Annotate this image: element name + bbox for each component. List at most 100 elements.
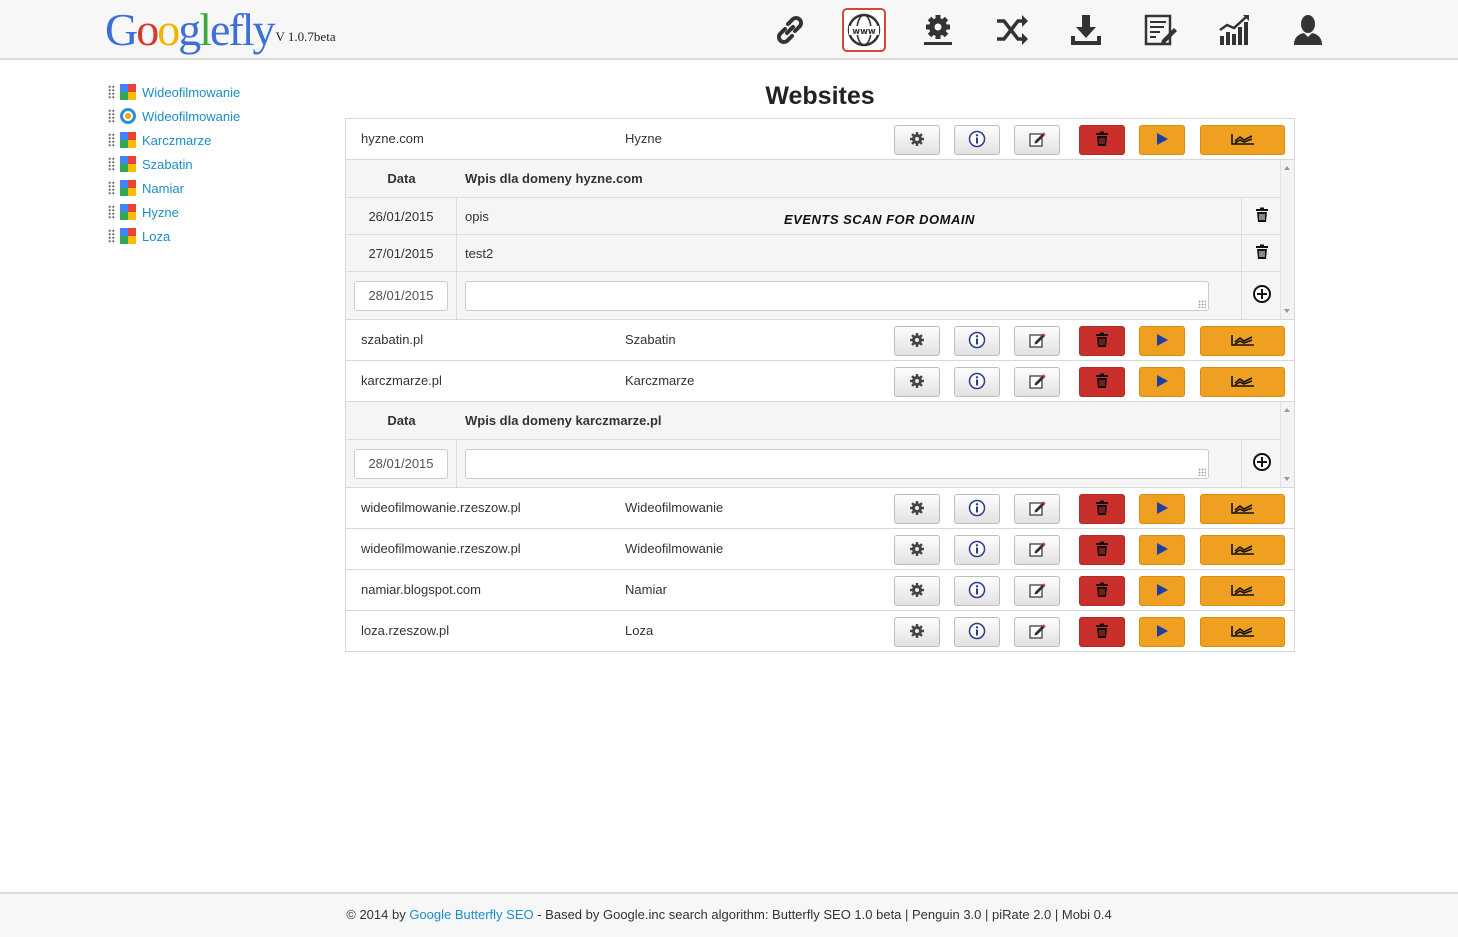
link-icon[interactable] xyxy=(768,8,812,52)
drag-handle-icon[interactable] xyxy=(108,109,115,123)
notes-icon[interactable] xyxy=(1138,8,1182,52)
add-entry-button[interactable] xyxy=(1241,440,1281,487)
edit-button[interactable] xyxy=(1014,494,1060,524)
settings-button[interactable] xyxy=(894,617,940,647)
info-button[interactable] xyxy=(954,326,1000,356)
sidebar-item-szabatin[interactable]: Szabatin xyxy=(108,152,328,176)
shuffle-icon[interactable] xyxy=(990,8,1034,52)
scan-button[interactable] xyxy=(1139,367,1185,397)
edit-button[interactable] xyxy=(1014,125,1060,155)
new-entry-date[interactable]: 28/01/2015 xyxy=(354,449,448,479)
info-button[interactable] xyxy=(954,494,1000,524)
scan-button[interactable] xyxy=(1139,326,1185,356)
stats-button[interactable] xyxy=(1200,125,1285,155)
info-button[interactable] xyxy=(954,125,1000,155)
www-icon[interactable]: www xyxy=(842,8,886,52)
delete-button[interactable] xyxy=(1079,576,1125,606)
scroll-up-icon[interactable] xyxy=(1284,166,1290,170)
site-url[interactable]: wideofilmowanie.rzeszow.pl xyxy=(361,541,521,556)
info-button[interactable] xyxy=(954,576,1000,606)
settings-button[interactable] xyxy=(894,125,940,155)
settings-button[interactable] xyxy=(894,367,940,397)
download-icon[interactable] xyxy=(1064,8,1108,52)
new-entry-text-field[interactable] xyxy=(465,449,1209,479)
site-url[interactable]: karczmarze.pl xyxy=(361,373,442,388)
footer-link[interactable]: Google Butterfly SEO xyxy=(409,907,533,922)
entries-scrollbar[interactable] xyxy=(1280,160,1294,319)
scan-button[interactable] xyxy=(1139,494,1185,524)
settings-icon[interactable] xyxy=(916,8,960,52)
scroll-up-icon[interactable] xyxy=(1284,408,1290,412)
delete-button[interactable] xyxy=(1079,617,1125,647)
sidebar-item-label[interactable]: Loza xyxy=(142,229,170,244)
sidebar-item-label[interactable]: Karczmarze xyxy=(142,133,211,148)
sidebar-item-hyzne[interactable]: Hyzne xyxy=(108,200,328,224)
sidebar-item-karczmarze[interactable]: Karczmarze xyxy=(108,128,328,152)
info-button[interactable] xyxy=(954,535,1000,565)
add-entry-button[interactable] xyxy=(1241,272,1281,319)
play-icon xyxy=(1154,582,1170,601)
edit-button[interactable] xyxy=(1014,326,1060,356)
svg-text:www: www xyxy=(852,27,876,37)
trash-icon xyxy=(1095,623,1109,642)
user-icon[interactable] xyxy=(1286,8,1330,52)
delete-button[interactable] xyxy=(1079,125,1125,155)
drag-handle-icon[interactable] xyxy=(108,181,115,195)
sidebar-item-label[interactable]: Wideofilmowanie xyxy=(142,85,240,100)
sidebar-item-namiar[interactable]: Namiar xyxy=(108,176,328,200)
scan-button[interactable] xyxy=(1139,617,1185,647)
settings-button[interactable] xyxy=(894,576,940,606)
settings-button[interactable] xyxy=(894,326,940,356)
drag-handle-icon[interactable] xyxy=(108,133,115,147)
scroll-down-icon[interactable] xyxy=(1284,477,1290,481)
sidebar-item-label[interactable]: Szabatin xyxy=(142,157,193,172)
drag-handle-icon[interactable] xyxy=(108,205,115,219)
stats-button[interactable] xyxy=(1200,576,1285,606)
sidebar-item-wideofilmowanie[interactable]: Wideofilmowanie xyxy=(108,80,328,104)
drag-handle-icon[interactable] xyxy=(108,157,115,171)
delete-button[interactable] xyxy=(1079,494,1125,524)
gear-icon xyxy=(909,541,925,560)
new-entry-text-field[interactable] xyxy=(465,281,1209,311)
sidebar-item-label[interactable]: Hyzne xyxy=(142,205,179,220)
delete-entry-button[interactable] xyxy=(1241,235,1281,271)
sidebar-item-loza[interactable]: Loza xyxy=(108,224,328,248)
stats-button[interactable] xyxy=(1200,617,1285,647)
drag-handle-icon[interactable] xyxy=(108,229,115,243)
info-icon xyxy=(968,499,986,520)
sidebar-item-label[interactable]: Namiar xyxy=(142,181,184,196)
edit-button[interactable] xyxy=(1014,617,1060,647)
info-button[interactable] xyxy=(954,367,1000,397)
stats-button[interactable] xyxy=(1200,535,1285,565)
site-url[interactable]: namiar.blogspot.com xyxy=(361,582,481,597)
info-button[interactable] xyxy=(954,617,1000,647)
delete-entry-button[interactable] xyxy=(1241,198,1281,234)
sidebar-item-wideofilmowanie-bing[interactable]: Wideofilmowanie xyxy=(108,104,328,128)
stats-icon[interactable] xyxy=(1212,8,1256,52)
edit-button[interactable] xyxy=(1014,535,1060,565)
settings-button[interactable] xyxy=(894,494,940,524)
site-url[interactable]: szabatin.pl xyxy=(361,332,423,347)
scan-button[interactable] xyxy=(1139,576,1185,606)
delete-button[interactable] xyxy=(1079,535,1125,565)
site-url[interactable]: wideofilmowanie.rzeszow.pl xyxy=(361,500,521,515)
delete-button[interactable] xyxy=(1079,367,1125,397)
site-url[interactable]: loza.rzeszow.pl xyxy=(361,623,449,638)
logo[interactable]: Googlefly V 1.0.7beta xyxy=(105,2,336,58)
delete-button[interactable] xyxy=(1079,326,1125,356)
sidebar-item-label[interactable]: Wideofilmowanie xyxy=(142,109,240,124)
scan-button[interactable] xyxy=(1139,535,1185,565)
new-entry-date[interactable]: 28/01/2015 xyxy=(354,281,448,311)
site-url[interactable]: hyzne.com xyxy=(361,131,424,146)
drag-handle-icon[interactable] xyxy=(108,85,115,99)
scan-button[interactable] xyxy=(1139,125,1185,155)
settings-button[interactable] xyxy=(894,535,940,565)
edit-button[interactable] xyxy=(1014,576,1060,606)
stats-button[interactable] xyxy=(1200,326,1285,356)
scroll-down-icon[interactable] xyxy=(1284,309,1290,313)
plus-circle-icon xyxy=(1252,452,1272,475)
edit-button[interactable] xyxy=(1014,367,1060,397)
entries-scrollbar[interactable] xyxy=(1280,402,1294,487)
stats-button[interactable] xyxy=(1200,367,1285,397)
stats-button[interactable] xyxy=(1200,494,1285,524)
